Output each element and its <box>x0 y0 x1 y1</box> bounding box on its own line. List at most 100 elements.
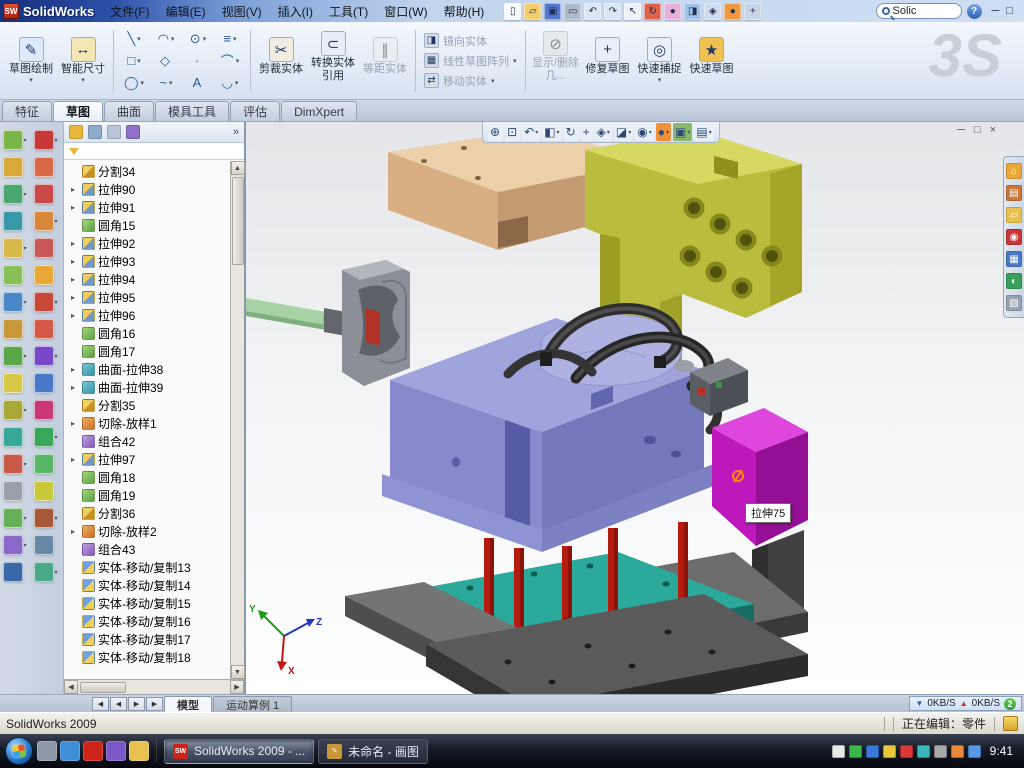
scrollbar-thumb[interactable] <box>232 177 244 265</box>
slot-tool-icon[interactable]: ⌒▾ <box>215 50 245 71</box>
mirror-entities-button[interactable]: ◨ 镜向实体 <box>421 32 520 50</box>
display-delete-relations-button[interactable]: ⊘ 显示/删除几... <box>531 29 581 92</box>
curves-icon[interactable] <box>3 535 23 555</box>
text-tool-icon[interactable]: A <box>183 72 213 93</box>
revolve-boss-icon[interactable] <box>3 157 23 177</box>
feature-tree-item[interactable]: ▸ 曲面-拉伸39 <box>67 378 228 396</box>
extrude-boss-icon[interactable] <box>3 130 23 150</box>
apply-scene-icon[interactable]: ▣▾ <box>673 123 692 141</box>
appearances-scenes-icon[interactable]: ◐ <box>1006 273 1022 289</box>
pan-icon[interactable]: + <box>581 123 593 141</box>
vertical-dimension-icon[interactable] <box>34 184 54 204</box>
open-icon[interactable]: ▱ <box>524 3 541 20</box>
feature-tree-item[interactable]: 实体-移动/复制18 <box>67 648 228 666</box>
convert-entities-button[interactable]: ⊂ 转换实体引用 <box>308 29 358 92</box>
antivirus-tray-icon[interactable] <box>849 745 862 758</box>
expander-icon[interactable]: ▸ <box>71 293 79 302</box>
trim-entities-button[interactable]: ✂ 剪裁实体 <box>256 35 306 85</box>
redo-icon[interactable]: ↷ <box>604 3 621 20</box>
menu-help[interactable]: 帮助(H) <box>436 0 493 22</box>
feature-tree-item[interactable]: ▸ 切除-放样2 <box>67 522 228 540</box>
smart-dimension-button[interactable]: ↔ 智能尺寸 ▾ <box>58 35 108 85</box>
feature-tree-item[interactable]: ▸ 拉伸96 <box>67 306 228 324</box>
minimize-button[interactable]: ─ <box>992 5 1000 17</box>
linear-pattern-icon[interactable] <box>3 454 23 474</box>
search-pane-icon[interactable]: ◉ <box>1006 229 1022 245</box>
featuremanager-tab-icon[interactable] <box>69 125 83 139</box>
feature-tree-item[interactable]: ▸ 拉伸94 <box>67 270 228 288</box>
hole-wizard-icon[interactable] <box>3 265 23 285</box>
revolve-cut-icon[interactable] <box>3 292 23 312</box>
design-library-icon[interactable]: ▤ <box>1006 185 1022 201</box>
search-input[interactable] <box>893 5 949 17</box>
language-tray-icon[interactable] <box>832 745 845 758</box>
appearance-icon[interactable]: ● <box>724 3 741 20</box>
baseline-dimension-icon[interactable] <box>34 238 54 258</box>
spline-tool-icon[interactable]: ~▾ <box>151 72 181 93</box>
extrude-cut-icon[interactable] <box>3 238 23 258</box>
new-document-icon[interactable]: ▯ <box>504 3 521 20</box>
fillet-feature-icon[interactable] <box>3 319 23 339</box>
feature-tree-item[interactable]: 组合42 <box>67 432 228 450</box>
start-button[interactable] <box>5 737 33 765</box>
feature-tree-item[interactable]: 圆角19 <box>67 486 228 504</box>
tab-model[interactable]: 模型 <box>164 696 212 712</box>
security-tray-icon[interactable] <box>900 745 913 758</box>
menu-view[interactable]: 视图(V) <box>214 0 270 22</box>
first-tab-button[interactable]: ◀ <box>92 697 109 711</box>
feature-tree-item[interactable]: ▸ 拉伸92 <box>67 234 228 252</box>
modify-sketch-icon[interactable] <box>34 508 54 528</box>
scroll-left-icon[interactable]: ◀ <box>64 680 78 694</box>
menu-window[interactable]: 窗口(W) <box>376 0 435 22</box>
feature-tree-item[interactable]: 分割36 <box>67 504 228 522</box>
expander-icon[interactable]: ▸ <box>71 203 79 212</box>
feature-tree-item[interactable]: ▸ 拉伸90 <box>67 180 228 198</box>
task-paint[interactable]: ✎ 未命名 - 画图 <box>318 739 428 764</box>
reference-geometry-icon[interactable] <box>3 508 23 528</box>
expander-icon[interactable]: ▸ <box>71 455 79 464</box>
media-player-icon[interactable] <box>106 741 126 761</box>
view-orientation-icon[interactable]: ◈▾ <box>595 123 612 141</box>
add-relation-icon[interactable] <box>34 292 54 312</box>
feature-tree-item[interactable]: 分割35 <box>67 396 228 414</box>
feature-tree-item[interactable]: 圆角18 <box>67 468 228 486</box>
rectangle-tool-icon[interactable]: □▾ <box>119 50 149 71</box>
select-icon[interactable]: ↖ <box>624 3 641 20</box>
scroll-down-icon[interactable]: ▼ <box>231 665 245 679</box>
tab-features[interactable]: 特征 <box>2 101 52 121</box>
scroll-up-icon[interactable]: ▲ <box>231 161 245 175</box>
update-tray-icon[interactable] <box>951 745 964 758</box>
expander-icon[interactable]: ▸ <box>71 275 79 284</box>
task-solidworks[interactable]: SW SolidWorks 2009 - ... <box>164 739 314 764</box>
im-tray-icon[interactable] <box>866 745 879 758</box>
solidworks-quick-icon[interactable] <box>83 741 103 761</box>
draft-feature-icon[interactable] <box>3 427 23 447</box>
rotate-view-icon[interactable]: ↻ <box>564 123 579 141</box>
zoom-area-icon[interactable]: ⊡ <box>505 123 520 141</box>
feature-tree-item[interactable]: ▸ 切除-放样1 <box>67 414 228 432</box>
tab-sketch[interactable]: 草图 <box>53 101 103 121</box>
repair-sketch-button[interactable]: + 修复草图 <box>583 35 633 85</box>
expander-icon[interactable]: ▸ <box>71 239 79 248</box>
lofted-boss-icon[interactable] <box>3 211 23 231</box>
shell-feature-icon[interactable] <box>3 400 23 420</box>
file-explorer-icon[interactable]: ▱ <box>1006 207 1022 223</box>
section-view-icon[interactable]: ◧▾ <box>542 123 561 141</box>
horizontal-dimension-icon[interactable] <box>34 157 54 177</box>
tab-dimxpert[interactable]: DimXpert <box>281 101 357 121</box>
view-orientation-icon[interactable]: ◈ <box>704 3 721 20</box>
expander-icon[interactable]: ▸ <box>71 527 79 536</box>
menu-insert[interactable]: 插入(I) <box>270 0 321 22</box>
search-box[interactable] <box>876 3 962 19</box>
linear-sketch-pattern-button[interactable]: ▦ 线性草图阵列 ▾ <box>421 52 520 70</box>
volume-tray-icon[interactable] <box>934 745 947 758</box>
tab-mold-tools[interactable]: 模具工具 <box>155 101 229 121</box>
hide-show-items-icon[interactable]: ◉▾ <box>635 123 654 141</box>
intersection-curve-icon[interactable] <box>34 427 54 447</box>
sketch-picture-icon[interactable] <box>34 535 54 555</box>
menu-edit[interactable]: 编辑(E) <box>158 0 214 22</box>
rapid-sketch-button[interactable]: ★ 快速草图 <box>687 35 737 85</box>
undo-icon[interactable]: ↶ <box>584 3 601 20</box>
chamfer-feature-icon[interactable] <box>3 346 23 366</box>
feature-tree-item[interactable]: 圆角17 <box>67 342 228 360</box>
